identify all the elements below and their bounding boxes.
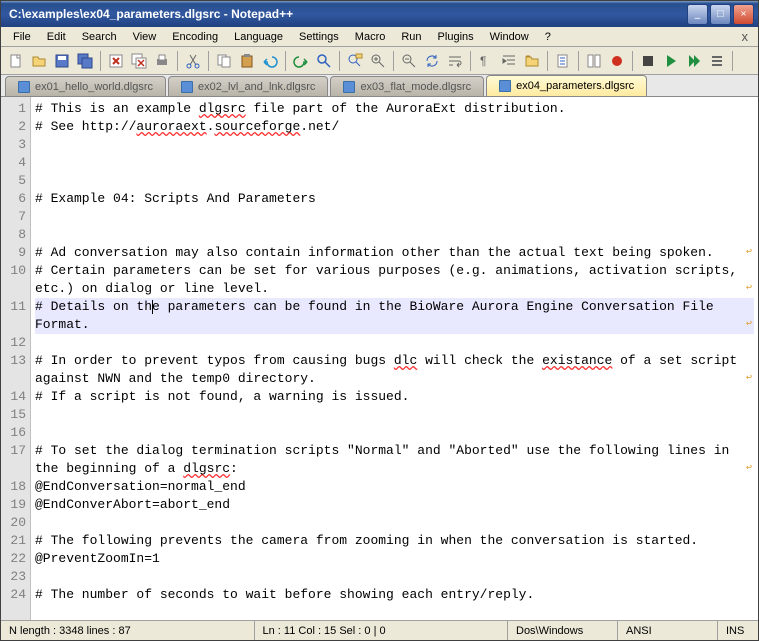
editor-line[interactable]: # In order to prevent typos from causing… xyxy=(35,352,754,388)
menu-help[interactable]: ? xyxy=(537,29,559,45)
menu-window[interactable]: Window xyxy=(482,29,537,45)
editor-line[interactable] xyxy=(35,154,754,172)
save-all-button[interactable] xyxy=(74,50,96,72)
file-icon xyxy=(499,80,511,92)
menu-language[interactable]: Language xyxy=(226,29,291,45)
editor-line[interactable]: @PreventZoomIn=1 xyxy=(35,550,754,568)
list-button[interactable] xyxy=(706,50,728,72)
editor-line[interactable] xyxy=(35,172,754,190)
cut-button[interactable] xyxy=(182,50,204,72)
editor-line[interactable] xyxy=(35,334,754,352)
copy-button[interactable] xyxy=(213,50,235,72)
status-position: Ln : 11 Col : 15 Sel : 0 | 0 xyxy=(255,621,509,640)
menu-bar: FileEditSearchViewEncodingLanguageSettin… xyxy=(1,27,758,47)
editor-line[interactable] xyxy=(35,406,754,424)
record-button[interactable] xyxy=(606,50,628,72)
file-icon xyxy=(18,81,30,93)
editor-line[interactable]: # If a script is not found, a warning is… xyxy=(35,388,754,406)
new-button[interactable] xyxy=(5,50,27,72)
window-title: C:\examples\ex04_parameters.dlgsrc - Not… xyxy=(5,7,685,21)
editor-line[interactable]: # The following prevents the camera from… xyxy=(35,532,754,550)
play-button[interactable] xyxy=(660,50,682,72)
wordwrap-button[interactable] xyxy=(444,50,466,72)
menu-run[interactable]: Run xyxy=(393,29,429,45)
zoom-out-button[interactable] xyxy=(398,50,420,72)
file-icon xyxy=(343,81,355,93)
status-bar: N length : 3348 lines : 87 Ln : 11 Col :… xyxy=(1,620,758,640)
zoom-in-button[interactable] xyxy=(367,50,389,72)
editor-line[interactable] xyxy=(35,226,754,244)
file-icon xyxy=(181,81,193,93)
editor-line[interactable] xyxy=(35,136,754,154)
maximize-button[interactable]: □ xyxy=(710,4,731,25)
menu-view[interactable]: View xyxy=(125,29,165,45)
undo-button[interactable] xyxy=(259,50,281,72)
doc2-button[interactable] xyxy=(583,50,605,72)
editor-line[interactable]: # Ad conversation may also contain infor… xyxy=(35,244,754,262)
replace-button[interactable] xyxy=(344,50,366,72)
menu-search[interactable]: Search xyxy=(74,29,125,45)
menu-macro[interactable]: Macro xyxy=(347,29,394,45)
tab-label: ex03_flat_mode.dlgsrc xyxy=(360,81,471,93)
menu-plugins[interactable]: Plugins xyxy=(430,29,482,45)
indent-button[interactable] xyxy=(498,50,520,72)
code-editor[interactable]: # This is an example dlgsrc file part of… xyxy=(31,97,758,620)
editor-line[interactable]: # Example 04: Scripts And Parameters xyxy=(35,190,754,208)
close-button[interactable] xyxy=(105,50,127,72)
editor-line[interactable]: # Details on the parameters can be found… xyxy=(35,298,754,334)
editor-line[interactable] xyxy=(35,514,754,532)
tab-label: ex04_parameters.dlgsrc xyxy=(516,80,634,92)
redo-button[interactable] xyxy=(290,50,312,72)
close-all-button[interactable] xyxy=(128,50,150,72)
status-encoding[interactable]: ANSI xyxy=(618,621,718,640)
stop-button[interactable] xyxy=(637,50,659,72)
title-bar: C:\examples\ex04_parameters.dlgsrc - Not… xyxy=(1,1,758,27)
tab-label: ex02_lvl_and_lnk.dlgsrc xyxy=(198,81,315,93)
tab-1[interactable]: ex02_lvl_and_lnk.dlgsrc xyxy=(168,76,328,96)
editor-line[interactable] xyxy=(35,568,754,586)
open-button[interactable] xyxy=(28,50,50,72)
svg-text:¶: ¶ xyxy=(480,54,486,68)
tab-0[interactable]: ex01_hello_world.dlgsrc xyxy=(5,76,166,96)
menubar-close-icon[interactable]: x xyxy=(736,29,755,44)
print-button[interactable] xyxy=(151,50,173,72)
status-length: N length : 3348 lines : 87 xyxy=(1,621,255,640)
play-multi-button[interactable] xyxy=(683,50,705,72)
tab-2[interactable]: ex03_flat_mode.dlgsrc xyxy=(330,76,484,96)
tab-label: ex01_hello_world.dlgsrc xyxy=(35,81,153,93)
folder-button[interactable] xyxy=(521,50,543,72)
tab-3[interactable]: ex04_parameters.dlgsrc xyxy=(486,75,647,96)
editor-line[interactable]: # To set the dialog termination scripts … xyxy=(35,442,754,478)
invisible-button[interactable]: ¶ xyxy=(475,50,497,72)
sync-button[interactable] xyxy=(421,50,443,72)
editor-line[interactable]: # See http://auroraext.sourceforge.net/ xyxy=(35,118,754,136)
doc1-button[interactable] xyxy=(552,50,574,72)
minimize-button[interactable]: _ xyxy=(687,4,708,25)
editor-line[interactable]: # This is an example dlgsrc file part of… xyxy=(35,100,754,118)
paste-button[interactable] xyxy=(236,50,258,72)
menu-edit[interactable]: Edit xyxy=(39,29,74,45)
status-insert-mode[interactable]: INS xyxy=(718,621,758,640)
line-number-gutter: 123456789101112131415161718192021222324 xyxy=(1,97,31,620)
editor-line[interactable]: # The number of seconds to wait before s… xyxy=(35,586,754,604)
menu-settings[interactable]: Settings xyxy=(291,29,347,45)
menu-encoding[interactable]: Encoding xyxy=(164,29,226,45)
editor-line[interactable] xyxy=(35,424,754,442)
editor-line[interactable]: # Certain parameters can be set for vari… xyxy=(35,262,754,298)
status-eol[interactable]: Dos\Windows xyxy=(508,621,618,640)
toolbar: ¶ xyxy=(1,47,758,75)
menu-file[interactable]: File xyxy=(5,29,39,45)
editor-line[interactable] xyxy=(35,208,754,226)
editor-line[interactable]: @EndConversation=normal_end xyxy=(35,478,754,496)
editor-area: 123456789101112131415161718192021222324 … xyxy=(1,97,758,620)
close-window-button[interactable]: × xyxy=(733,4,754,25)
tab-bar: ex01_hello_world.dlgsrc ex02_lvl_and_lnk.… xyxy=(1,75,758,97)
save-button[interactable] xyxy=(51,50,73,72)
find-button[interactable] xyxy=(313,50,335,72)
editor-line[interactable]: @EndConverAbort=abort_end xyxy=(35,496,754,514)
